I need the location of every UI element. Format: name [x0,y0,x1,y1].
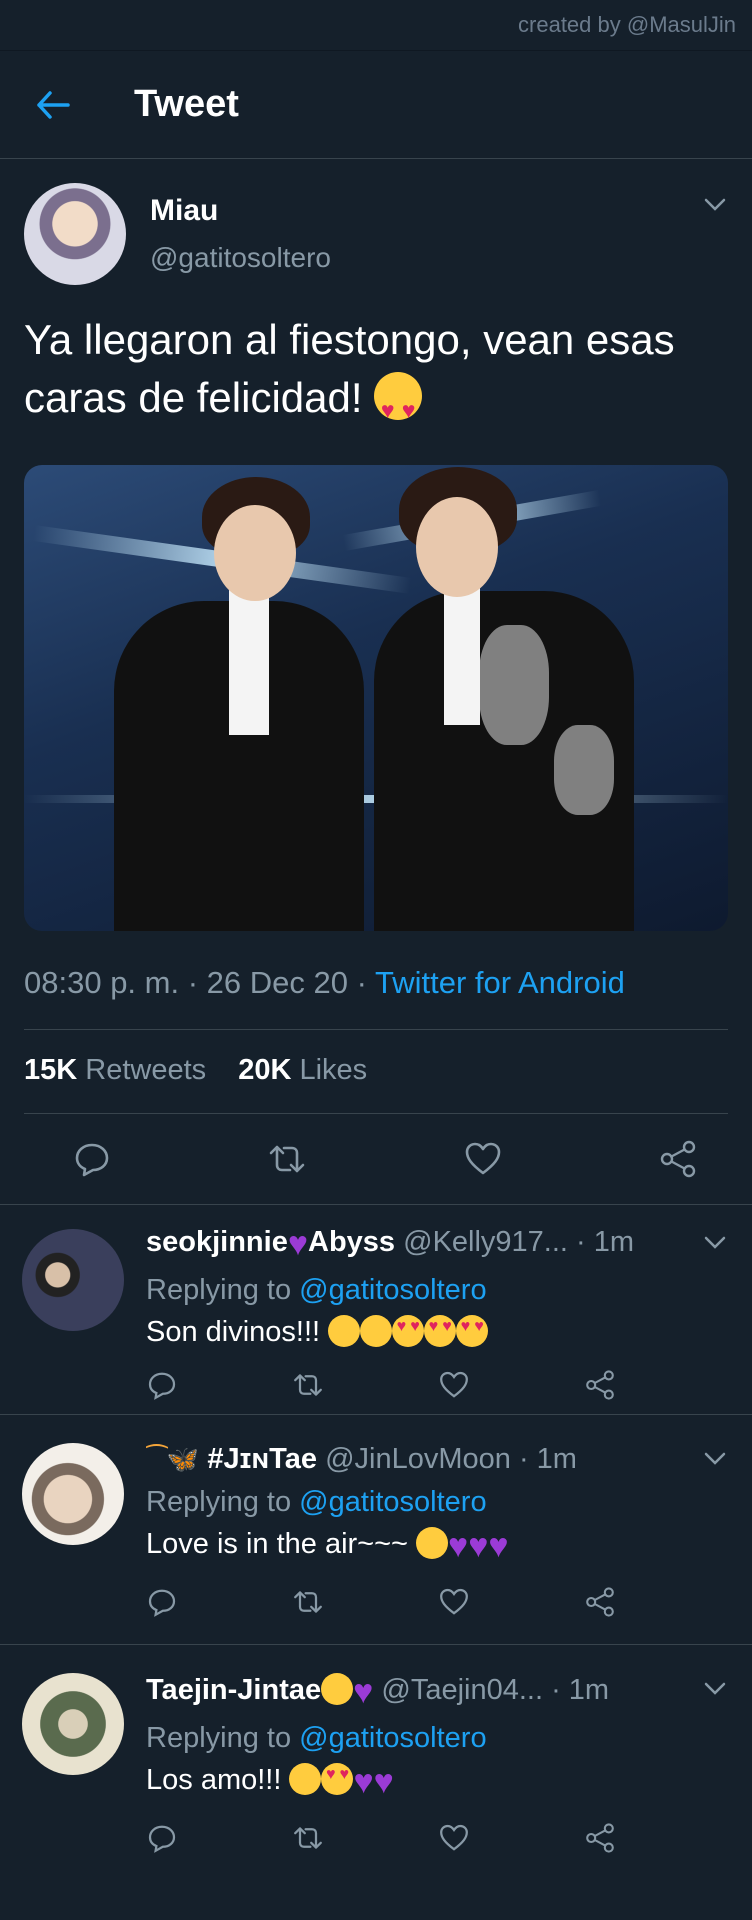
butterfly-emoji-icon: ⁀🦋 [146,1444,200,1474]
avatar[interactable] [22,1229,124,1331]
purple-heart-emoji-icon: ♥ [287,1225,309,1263]
retweets-count: 15K [24,1054,78,1086]
chevron-down-icon[interactable] [700,1673,730,1703]
shirt [444,585,480,725]
chevron-down-icon[interactable] [700,1443,730,1473]
heart-eyes-emoji-icon [456,1315,489,1347]
crying-face-emoji-icon [289,1763,322,1795]
watermark-credit: created by @MasulJin [0,0,752,51]
avatar[interactable] [22,1673,124,1775]
reply-author-handle[interactable]: @JinLovMoon [325,1443,511,1475]
purple-heart-emoji-icon: ♥ [373,1763,394,1801]
reply-author-handle[interactable]: @Taejin04... [381,1674,543,1706]
tweet-actions [24,1114,728,1204]
chevron-down-icon[interactable] [700,1227,730,1257]
reply-author-name[interactable]: seokjinnie [146,1226,288,1258]
reply-author-name[interactable]: #JɪɴTae [207,1443,317,1475]
tweet-photo[interactable] [24,465,728,931]
reply-item[interactable]: Taejin-Jintae ♥ @Taejin04... · 1m Replyin… [0,1644,752,1884]
heart-eyes-emoji-icon [321,1763,354,1795]
face [416,497,498,597]
reply-text: Love is in the air~~~ [146,1528,408,1560]
relieved-face-emoji-icon [416,1527,449,1559]
retweets-stat[interactable]: 15K Retweets [24,1054,206,1086]
purple-heart-emoji-icon: ♥ [488,1527,509,1565]
share-icon[interactable] [584,1369,616,1401]
reply-icon[interactable] [146,1369,178,1401]
replying-label: Replying to [146,1274,292,1306]
purple-heart-emoji-icon: ♥ [353,1763,374,1801]
likes-count: 20K [238,1054,292,1086]
heart-eyes-emoji-icon [374,372,423,439]
likes-stat[interactable]: 20K Likes [238,1054,367,1086]
reply-icon[interactable] [146,1822,178,1854]
reply-time: · 1m [551,1674,610,1706]
back-arrow-icon [37,90,70,119]
crying-face-emoji-icon [360,1315,393,1347]
avatar[interactable] [22,1443,124,1545]
author-name[interactable]: Miau [150,194,331,228]
tweet-time: 08:30 p. m. [24,965,180,1000]
like-icon[interactable] [438,1369,470,1401]
lace-pattern [479,625,549,745]
retweet-icon[interactable] [267,1139,307,1179]
like-icon[interactable] [438,1822,470,1854]
author-handle[interactable]: @gatitosoltero [150,242,331,274]
page-title: Tweet [134,83,239,125]
tweet-text: Ya llegaron al fiestongo, vean esas cara… [24,311,728,439]
replying-label: Replying to [146,1486,292,1518]
top-bar: Tweet [0,51,752,159]
reply-time: · 1m [518,1443,577,1475]
share-icon[interactable] [584,1586,616,1618]
reply-text: Los amo!!! [146,1764,282,1796]
like-icon[interactable] [438,1586,470,1618]
replying-to-link[interactable]: @gatitosoltero [299,1722,486,1754]
shirt [229,585,269,735]
heart-eyes-emoji-icon [392,1315,425,1347]
face [214,505,296,601]
tweet-text-content: Ya llegaron al fiestongo, vean esas cara… [24,316,675,421]
reply-text: Son divinos!!! [146,1316,321,1348]
replying-label: Replying to [146,1722,292,1754]
retweet-icon[interactable] [292,1822,324,1854]
retweet-icon[interactable] [292,1586,324,1618]
purple-heart-emoji-icon: ♥ [353,1673,374,1711]
retweet-icon[interactable] [292,1369,324,1401]
tweet-meta: 08:30 p. m. · 26 Dec 20 · Twitter for An… [24,965,728,1030]
heart-eyes-emoji-icon [424,1315,457,1347]
pleading-face-emoji-icon [328,1315,361,1347]
tweet-date: 26 Dec 20 [206,965,348,1000]
tweet-author: Miau @gatitosoltero [24,159,728,285]
reply-author-name[interactable]: Taejin-Jintae [146,1674,321,1706]
likes-label: Likes [299,1054,368,1086]
chevron-down-icon[interactable] [700,189,730,219]
reply-item[interactable]: seokjinnie♥Abyss @Kelly917... · 1m Reply… [0,1204,752,1414]
replying-to-link[interactable]: @gatitosoltero [299,1486,486,1518]
main-tweet: Miau @gatitosoltero Ya llegaron al fiest… [0,159,752,1204]
smiling-face-with-hearts-emoji-icon [321,1673,354,1705]
reply-time: · 1m [576,1226,635,1258]
reply-icon[interactable] [72,1139,112,1179]
share-icon[interactable] [658,1139,698,1179]
purple-heart-emoji-icon: ♥ [448,1527,469,1565]
purple-heart-emoji-icon: ♥ [468,1527,489,1565]
retweets-label: Retweets [85,1054,207,1086]
reply-author-handle[interactable]: @Kelly917... [403,1226,568,1258]
reply-item[interactable]: ⁀🦋 #JɪɴTae @JinLovMoon · 1m Replying to … [0,1414,752,1644]
like-icon[interactable] [463,1139,503,1179]
replying-to-link[interactable]: @gatitosoltero [299,1274,486,1306]
tweet-stats: 15K Retweets 20K Likes [24,1030,728,1114]
reply-icon[interactable] [146,1586,178,1618]
share-icon[interactable] [584,1822,616,1854]
avatar[interactable] [24,183,126,285]
lace-pattern [554,725,614,815]
back-button[interactable] [24,76,82,134]
tweet-source-link[interactable]: Twitter for Android [375,965,625,1000]
reply-author-name-suffix[interactable]: Abyss [308,1226,395,1258]
